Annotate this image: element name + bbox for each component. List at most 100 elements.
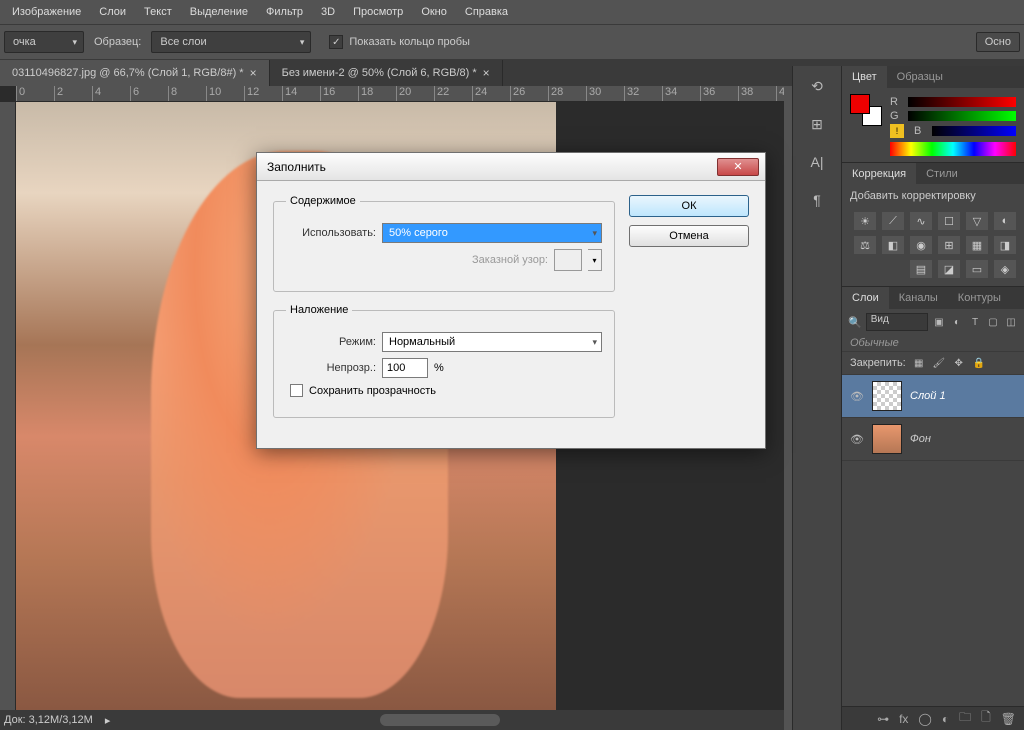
tab-paths[interactable]: Контуры: [948, 287, 1011, 309]
group-icon[interactable]: 🗀: [959, 708, 971, 729]
lock-transparency-icon[interactable]: ▦: [912, 356, 926, 370]
layer-name[interactable]: Слой 1: [910, 390, 1016, 402]
fx-icon[interactable]: fx: [899, 712, 908, 726]
tab-color[interactable]: Цвет: [842, 66, 887, 88]
scrollbar-horizontal[interactable]: Док: 3,12M/3,12M ▸: [0, 710, 784, 730]
menu-3d[interactable]: 3D: [321, 6, 335, 18]
right-panels: Цвет Образцы R G !B Коррекция Стили Доба…: [842, 66, 1024, 730]
levels-icon[interactable]: ⟋: [882, 212, 904, 230]
color-spectrum[interactable]: [890, 142, 1016, 156]
curves-icon[interactable]: ∿: [910, 212, 932, 230]
r-slider[interactable]: [908, 97, 1016, 107]
preserve-transparency-checkbox[interactable]: [290, 384, 303, 397]
new-layer-icon[interactable]: 🗋: [981, 708, 991, 729]
adjustments-icons: ☀ ⟋ ∿ ☐ ▽ ◐ ⚖ ◧ ◉ ⊞ ▦ ◨ ▤ ◪ ▭ ◈: [842, 208, 1024, 286]
cancel-button[interactable]: Отмена: [629, 225, 749, 247]
layer-thumbnail[interactable]: [872, 424, 902, 454]
foreground-background-swatches[interactable]: [850, 94, 882, 126]
doc-tab-1[interactable]: 03110496827.jpg @ 66,7% (Слой 1, RGB/8#)…: [0, 60, 270, 86]
layer-name[interactable]: Фон: [910, 433, 1016, 445]
options-right-button[interactable]: Осно: [976, 32, 1020, 52]
options-drop-1[interactable]: очка: [4, 31, 84, 53]
visibility-icon[interactable]: 👁: [850, 433, 864, 446]
brightness-icon[interactable]: ☀: [854, 212, 876, 230]
mode-dropdown[interactable]: Нормальный: [382, 332, 602, 352]
warning-icon[interactable]: !: [890, 124, 904, 138]
layer-item[interactable]: 👁 Слой 1: [842, 375, 1024, 418]
filter-adj-icon[interactable]: ◐: [950, 315, 964, 329]
tab-swatches[interactable]: Образцы: [887, 66, 953, 88]
hue-icon[interactable]: ◐: [994, 212, 1016, 230]
lock-all-icon[interactable]: 🔒: [972, 356, 986, 370]
foreground-color[interactable]: [850, 94, 870, 114]
close-icon[interactable]: ×: [250, 66, 257, 80]
menu-window[interactable]: Окно: [421, 6, 447, 18]
link-icon[interactable]: ⊶: [877, 712, 889, 726]
opacity-input[interactable]: [382, 358, 428, 378]
selective-color-icon[interactable]: ◈: [994, 260, 1016, 278]
lock-position-icon[interactable]: ✥: [952, 356, 966, 370]
scroll-thumb[interactable]: [380, 714, 500, 726]
sample-dropdown[interactable]: Все слои: [151, 31, 311, 53]
b-slider[interactable]: [932, 126, 1016, 136]
blend-mode-dropdown[interactable]: Обычные: [842, 335, 1024, 351]
layer-item[interactable]: 👁 Фон: [842, 418, 1024, 461]
delete-icon[interactable]: 🗑: [1001, 712, 1016, 726]
pattern-label: Заказной узор:: [472, 254, 548, 266]
lock-pixels-icon[interactable]: 🖌: [932, 356, 946, 370]
menu-text[interactable]: Текст: [144, 6, 172, 18]
menu-filter[interactable]: Фильтр: [266, 6, 303, 18]
mode-value: Нормальный: [383, 336, 461, 348]
close-button[interactable]: ✕: [717, 158, 759, 176]
ruler-horizontal: 0246810121416182022242628303234363840: [16, 86, 784, 102]
vibrance-icon[interactable]: ▽: [966, 212, 988, 230]
bw-icon[interactable]: ◧: [882, 236, 904, 254]
tab-adjustments[interactable]: Коррекция: [842, 163, 916, 184]
menu-select[interactable]: Выделение: [190, 6, 248, 18]
filter-smart-icon[interactable]: ◫: [1004, 315, 1018, 329]
filter-type-icon[interactable]: T: [968, 315, 982, 329]
paragraph-icon[interactable]: ¶: [806, 190, 828, 210]
tab-styles[interactable]: Стили: [916, 163, 968, 184]
character-icon[interactable]: A|: [806, 152, 828, 172]
show-ring-checkbox[interactable]: [329, 35, 343, 49]
history-icon[interactable]: ⟲: [806, 76, 828, 96]
invert-icon[interactable]: ◨: [994, 236, 1016, 254]
menu-help[interactable]: Справка: [465, 6, 508, 18]
visibility-icon[interactable]: 👁: [850, 390, 864, 403]
ok-button[interactable]: ОК: [629, 195, 749, 217]
menu-layers[interactable]: Слои: [99, 6, 126, 18]
posterize-icon[interactable]: ▤: [910, 260, 932, 278]
dialog-titlebar[interactable]: Заполнить ✕: [257, 153, 765, 181]
ruler-vertical: [0, 102, 16, 710]
doc-tab-2[interactable]: Без имени-2 @ 50% (Слой 6, RGB/8) * ×: [270, 60, 503, 86]
tab-layers[interactable]: Слои: [842, 287, 889, 309]
channel-mixer-icon[interactable]: ⊞: [938, 236, 960, 254]
menu-image[interactable]: Изображение: [12, 6, 81, 18]
arrow-right-icon[interactable]: ▸: [105, 714, 111, 727]
layers-footer: ⊶ fx ◯ ◐ 🗀 🗋 🗑: [842, 706, 1024, 730]
properties-icon[interactable]: ⊞: [806, 114, 828, 134]
layer-thumbnail[interactable]: [872, 381, 902, 411]
threshold-icon[interactable]: ◪: [938, 260, 960, 278]
layer-filter-dropdown[interactable]: Вид: [866, 313, 928, 331]
menu-view[interactable]: Просмотр: [353, 6, 403, 18]
content-fieldset: Содержимое Использовать: 50% серого Зака…: [273, 195, 615, 292]
lookup-icon[interactable]: ▦: [966, 236, 988, 254]
g-slider[interactable]: [908, 111, 1016, 121]
adjustment-layer-icon[interactable]: ◐: [942, 712, 949, 726]
doc-tab-2-label: Без имени-2 @ 50% (Слой 6, RGB/8) *: [282, 67, 477, 79]
balance-icon[interactable]: ⚖: [854, 236, 876, 254]
opacity-unit: %: [434, 362, 444, 374]
photo-filter-icon[interactable]: ◉: [910, 236, 932, 254]
options-bar: очка Образец: Все слои Показать кольцо п…: [0, 24, 1024, 60]
filter-pic-icon[interactable]: ▣: [932, 315, 946, 329]
exposure-icon[interactable]: ☐: [938, 212, 960, 230]
close-icon[interactable]: ×: [483, 66, 490, 80]
tab-channels[interactable]: Каналы: [889, 287, 948, 309]
use-dropdown[interactable]: 50% серого: [382, 223, 602, 243]
mask-icon[interactable]: ◯: [918, 712, 931, 726]
gradient-map-icon[interactable]: ▭: [966, 260, 988, 278]
filter-shape-icon[interactable]: ▢: [986, 315, 1000, 329]
search-icon[interactable]: 🔍: [848, 316, 862, 329]
